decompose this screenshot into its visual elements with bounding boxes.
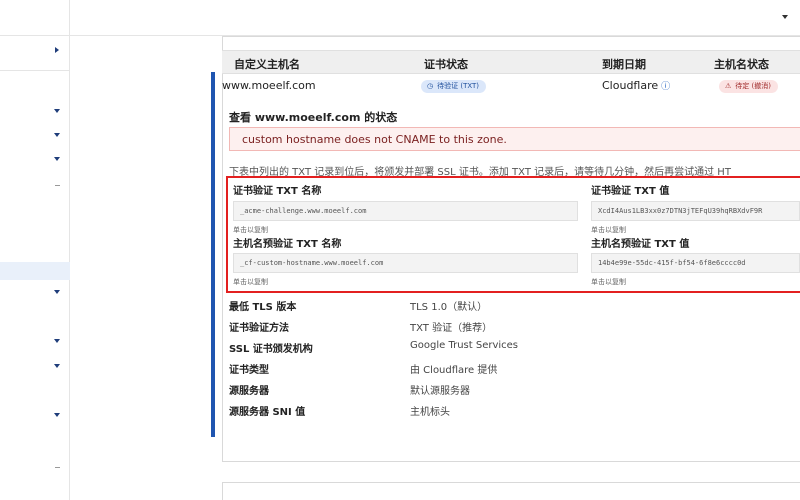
cert-txt-value-field[interactable]: XcdI4Aus1LB3xx0z7DTN3jTEFqU39hqRBXdvF9R — [591, 201, 800, 221]
detail-value-cert-type: 由 Cloudflare 提供 — [410, 365, 498, 376]
column-header-hostname[interactable]: 自定义主机名 — [234, 56, 300, 72]
chevron-down-icon — [54, 364, 60, 368]
column-header-host-status[interactable]: 主机名状态 — [714, 56, 769, 72]
copy-hint: 单击以复制 — [233, 226, 268, 234]
next-card — [222, 482, 800, 500]
error-alert-text: custom hostname does not CNAME to this z… — [242, 133, 507, 146]
column-header-cert-status[interactable]: 证书状态 — [424, 56, 468, 72]
chevron-right-icon — [55, 47, 59, 53]
issuer-text: Cloudflare — [602, 79, 659, 92]
hostname-cell[interactable]: www.moeelf.com — [222, 79, 316, 92]
detail-value-origin: 默认源服务器 — [410, 386, 470, 397]
host-status-text: 待定 (撤消) — [735, 82, 771, 90]
sidebar-item-2[interactable] — [0, 101, 70, 125]
detail-label-validation-method: 证书验证方法 — [229, 323, 289, 334]
host-status-badge: ⚠ 待定 (撤消) — [719, 80, 778, 93]
sidebar-item-4[interactable] — [0, 149, 70, 173]
detail-value-validation-method: TXT 验证（推荐） — [410, 323, 493, 334]
clock-icon: ◷ — [427, 82, 434, 90]
sidebar-item-8[interactable] — [0, 356, 70, 380]
table-header: 自定义主机名 证书状态 到期日期 主机名状态 — [222, 50, 800, 74]
sidebar-item-6[interactable] — [0, 282, 70, 306]
hostname-txt-value-label: 主机名预验证 TXT 值 — [591, 239, 690, 250]
chevron-down-icon — [54, 157, 60, 161]
chevron-down-icon — [54, 413, 60, 417]
chevron-down-icon — [54, 290, 60, 294]
sidebar-item-active[interactable] — [0, 262, 70, 280]
chevron-down-icon — [54, 109, 60, 113]
sidebar-item-3[interactable] — [0, 125, 70, 149]
sidebar-divider — [0, 70, 70, 71]
left-sidebar — [0, 0, 70, 500]
issuer-cell: Cloudflare ⓘ — [602, 79, 670, 92]
info-icon[interactable]: ⓘ — [661, 82, 670, 92]
collapse-icon — [55, 185, 60, 186]
table-row[interactable]: www.moeelf.com ◷ 待验证 (TXT) Cloudflare ⓘ ⚠ 待… — [212, 74, 800, 98]
sidebar-item-1[interactable] — [0, 40, 70, 64]
copy-hint: 单击以复制 — [591, 278, 626, 286]
hostname-txt-name-field[interactable]: _cf-custom-hostname.www.moeelf.com — [233, 253, 578, 273]
detail-label-origin: 源服务器 — [229, 386, 269, 397]
detail-label-cert-type: 证书类型 — [229, 365, 269, 376]
cert-txt-value-label: 证书验证 TXT 值 — [591, 186, 670, 197]
warning-icon: ⚠ — [725, 82, 732, 90]
chevron-down-icon — [54, 339, 60, 343]
page: 自定义主机名 证书状态 到期日期 主机名状态 www.moeelf.com ◷ 待… — [0, 0, 800, 500]
copy-hint: 单击以复制 — [233, 278, 268, 286]
sidebar-item-9[interactable] — [0, 405, 70, 429]
expanded-row-indicator — [211, 72, 215, 437]
cert-status-text: 待验证 (TXT) — [437, 82, 480, 90]
error-alert: custom hostname does not CNAME to this z… — [229, 127, 800, 151]
sidebar-item-10[interactable] — [0, 456, 70, 480]
column-header-expiry[interactable]: 到期日期 — [602, 56, 646, 72]
cert-txt-name-field[interactable]: _acme-challenge.www.moeelf.com — [233, 201, 578, 221]
account-menu-chevron-icon[interactable] — [782, 15, 788, 19]
detail-value-min-tls: TLS 1.0（默认） — [410, 302, 488, 313]
sidebar-item-7[interactable] — [0, 331, 70, 355]
panel-title: 查看 www.moeelf.com 的状态 — [229, 111, 398, 124]
detail-value-ca: Google Trust Services — [410, 340, 519, 351]
detail-label-origin-sni: 源服务器 SNI 值 — [229, 407, 306, 418]
cert-txt-name-label: 证书验证 TXT 名称 — [233, 186, 322, 197]
copy-hint: 单击以复制 — [591, 226, 626, 234]
hostname-txt-name-label: 主机名预验证 TXT 名称 — [233, 239, 342, 250]
cert-status-badge: ◷ 待验证 (TXT) — [421, 80, 487, 93]
detail-value-origin-sni: 主机标头 — [410, 407, 450, 418]
chevron-down-icon — [54, 133, 60, 137]
sidebar-item-5[interactable] — [0, 174, 70, 198]
detail-label-ca: SSL 证书颁发机构 — [229, 344, 313, 355]
collapse-icon — [55, 467, 60, 468]
hostname-txt-value-field[interactable]: 14b4e99e-55dc-415f-bf54-6f8e6cccc0d — [591, 253, 800, 273]
detail-label-min-tls: 最低 TLS 版本 — [229, 302, 297, 313]
